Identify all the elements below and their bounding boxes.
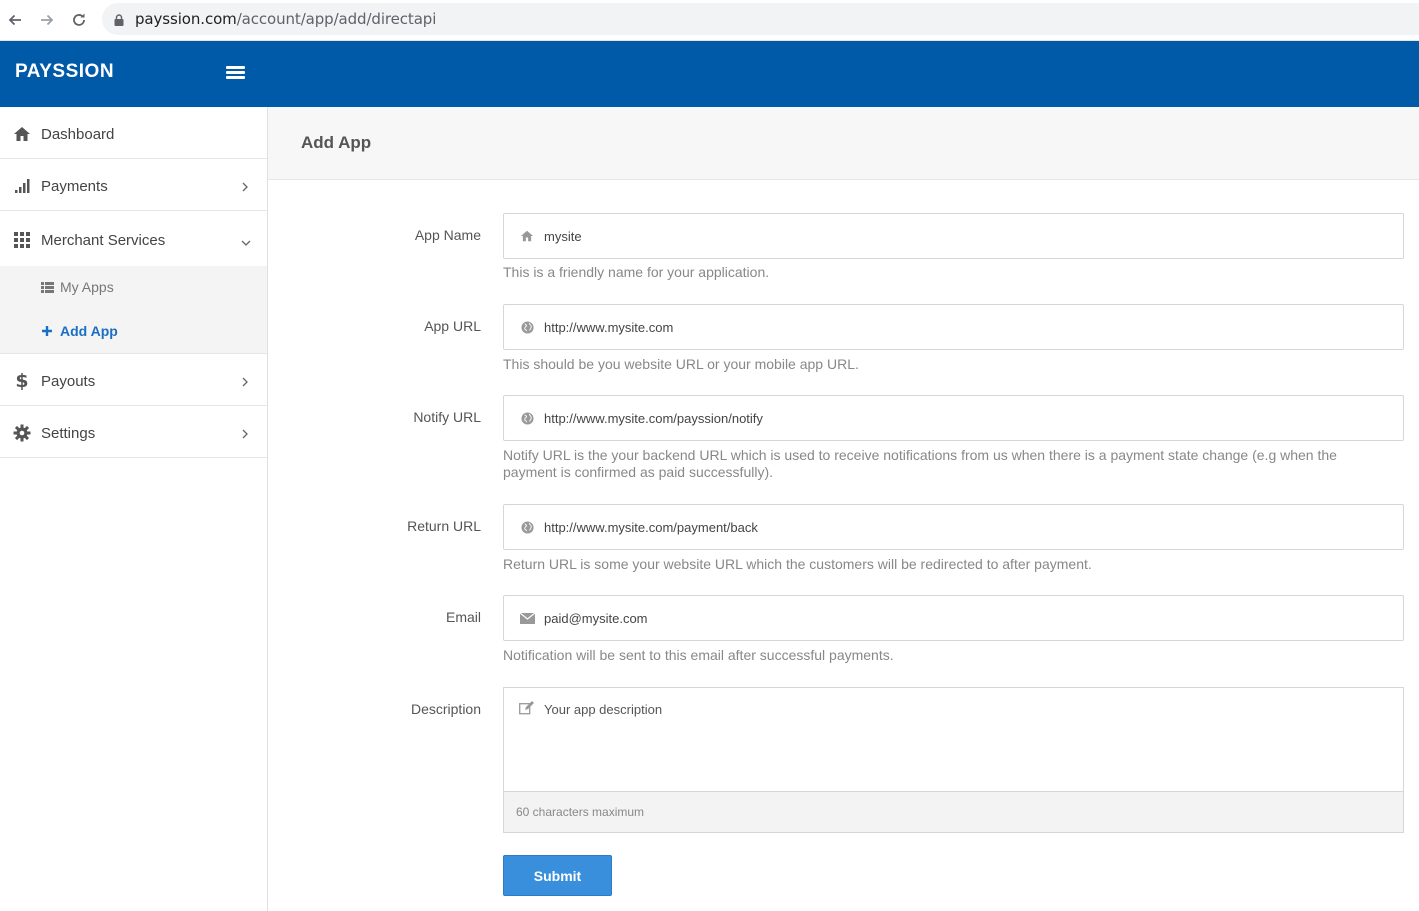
sidebar-item-merchant-services[interactable]: Merchant Services [0, 211, 267, 266]
globe-icon [519, 519, 535, 535]
dollar-icon: $ [15, 370, 29, 392]
sidebar-subitem-add-app[interactable]: Add App [40, 321, 118, 341]
notify-url-field[interactable]: http://www.mysite.com/payssion/notify [503, 395, 1404, 441]
sidebar-subitem-label: Add App [60, 323, 118, 339]
return-url-help: Return URL is some your website URL whic… [503, 556, 1092, 572]
description-char-limit: 60 characters maximum [503, 791, 1404, 833]
return-url-field[interactable]: http://www.mysite.com/payment/back [503, 504, 1404, 550]
menu-toggle-icon[interactable] [226, 66, 245, 80]
back-arrow-icon[interactable] [4, 9, 26, 31]
submit-button[interactable]: Submit [503, 855, 612, 896]
sidebar-item-label: Settings [41, 425, 96, 442]
return-url-value: http://www.mysite.com/payment/back [544, 520, 758, 535]
plus-icon [40, 325, 54, 337]
app-name-field[interactable]: mysite [503, 213, 1404, 259]
char-limit-text: 60 characters maximum [516, 805, 645, 819]
chevron-right-icon [241, 426, 249, 444]
app-name-label: App Name [414, 227, 481, 243]
sidebar-item-label: Merchant Services [41, 232, 166, 249]
app-name-help: This is a friendly name for your applica… [503, 264, 770, 280]
notify-url-help: Notify URL is the your backend URL which… [503, 447, 1337, 480]
return-url-label: Return URL [407, 518, 481, 534]
globe-icon [519, 319, 535, 335]
notify-url-value: http://www.mysite.com/payssion/notify [544, 411, 763, 426]
address-bar[interactable]: payssion.com/account/app/add/directapi [102, 3, 1419, 35]
notify-url-label: Notify URL [413, 409, 481, 425]
url-host: payssion.com [135, 10, 237, 28]
page-title: Add App [301, 133, 372, 152]
home-icon [12, 124, 32, 144]
description-label: Description [410, 701, 481, 717]
app-url-value: http://www.mysite.com [544, 320, 674, 335]
app-name-value: mysite [544, 229, 582, 244]
sidebar-item-payouts[interactable]: $ Payouts [0, 354, 267, 406]
brand-logo[interactable]: PAYSSION [15, 61, 114, 83]
lock-icon [114, 13, 124, 31]
sidebar-item-settings[interactable]: Settings [0, 406, 267, 458]
email-value: paid@mysite.com [544, 611, 648, 626]
sidebar-subitem-label: My Apps [60, 279, 114, 295]
email-help: Notification will be sent to this email … [503, 647, 894, 663]
sidebar-item-dashboard[interactable]: Dashboard [0, 107, 267, 159]
chevron-down-icon [241, 234, 251, 252]
app-url-label: App URL [424, 318, 481, 334]
sidebar: Dashboard Payments Merchant Services My … [0, 107, 268, 911]
envelope-icon [519, 610, 535, 626]
grid-icon [12, 230, 32, 250]
chevron-right-icon [241, 179, 249, 197]
email-label: Email [445, 609, 481, 625]
sidebar-subitem-my-apps[interactable]: My Apps [40, 277, 114, 297]
edit-icon [519, 701, 534, 720]
merchant-services-submenu: My Apps Add App [0, 266, 267, 354]
description-textarea[interactable]: Your app description [503, 687, 1404, 792]
home-icon [519, 228, 535, 244]
signal-bars-icon [12, 176, 32, 196]
gear-icon [12, 423, 32, 443]
forward-arrow-icon[interactable] [36, 9, 58, 31]
description-placeholder: Your app description [544, 702, 663, 717]
globe-icon [519, 410, 535, 426]
browser-toolbar: payssion.com/account/app/add/directapi [0, 0, 1419, 41]
email-field[interactable]: paid@mysite.com [503, 595, 1404, 641]
app-url-field[interactable]: http://www.mysite.com [503, 304, 1404, 350]
reload-icon[interactable] [68, 9, 90, 31]
app-header: PAYSSION [0, 41, 1419, 107]
app-url-help: This should be you website URL or your m… [503, 356, 859, 372]
list-icon [40, 281, 54, 293]
url-path: /account/app/add/directapi [236, 10, 437, 28]
sidebar-item-label: Payments [41, 178, 108, 195]
sidebar-item-label: Dashboard [41, 126, 115, 143]
sidebar-item-payments[interactable]: Payments [0, 159, 267, 211]
page-header: Add App [268, 107, 1419, 180]
sidebar-item-label: Payouts [41, 373, 96, 390]
chevron-right-icon [241, 374, 249, 392]
url-text: payssion.com/account/app/add/directapi [135, 10, 436, 28]
